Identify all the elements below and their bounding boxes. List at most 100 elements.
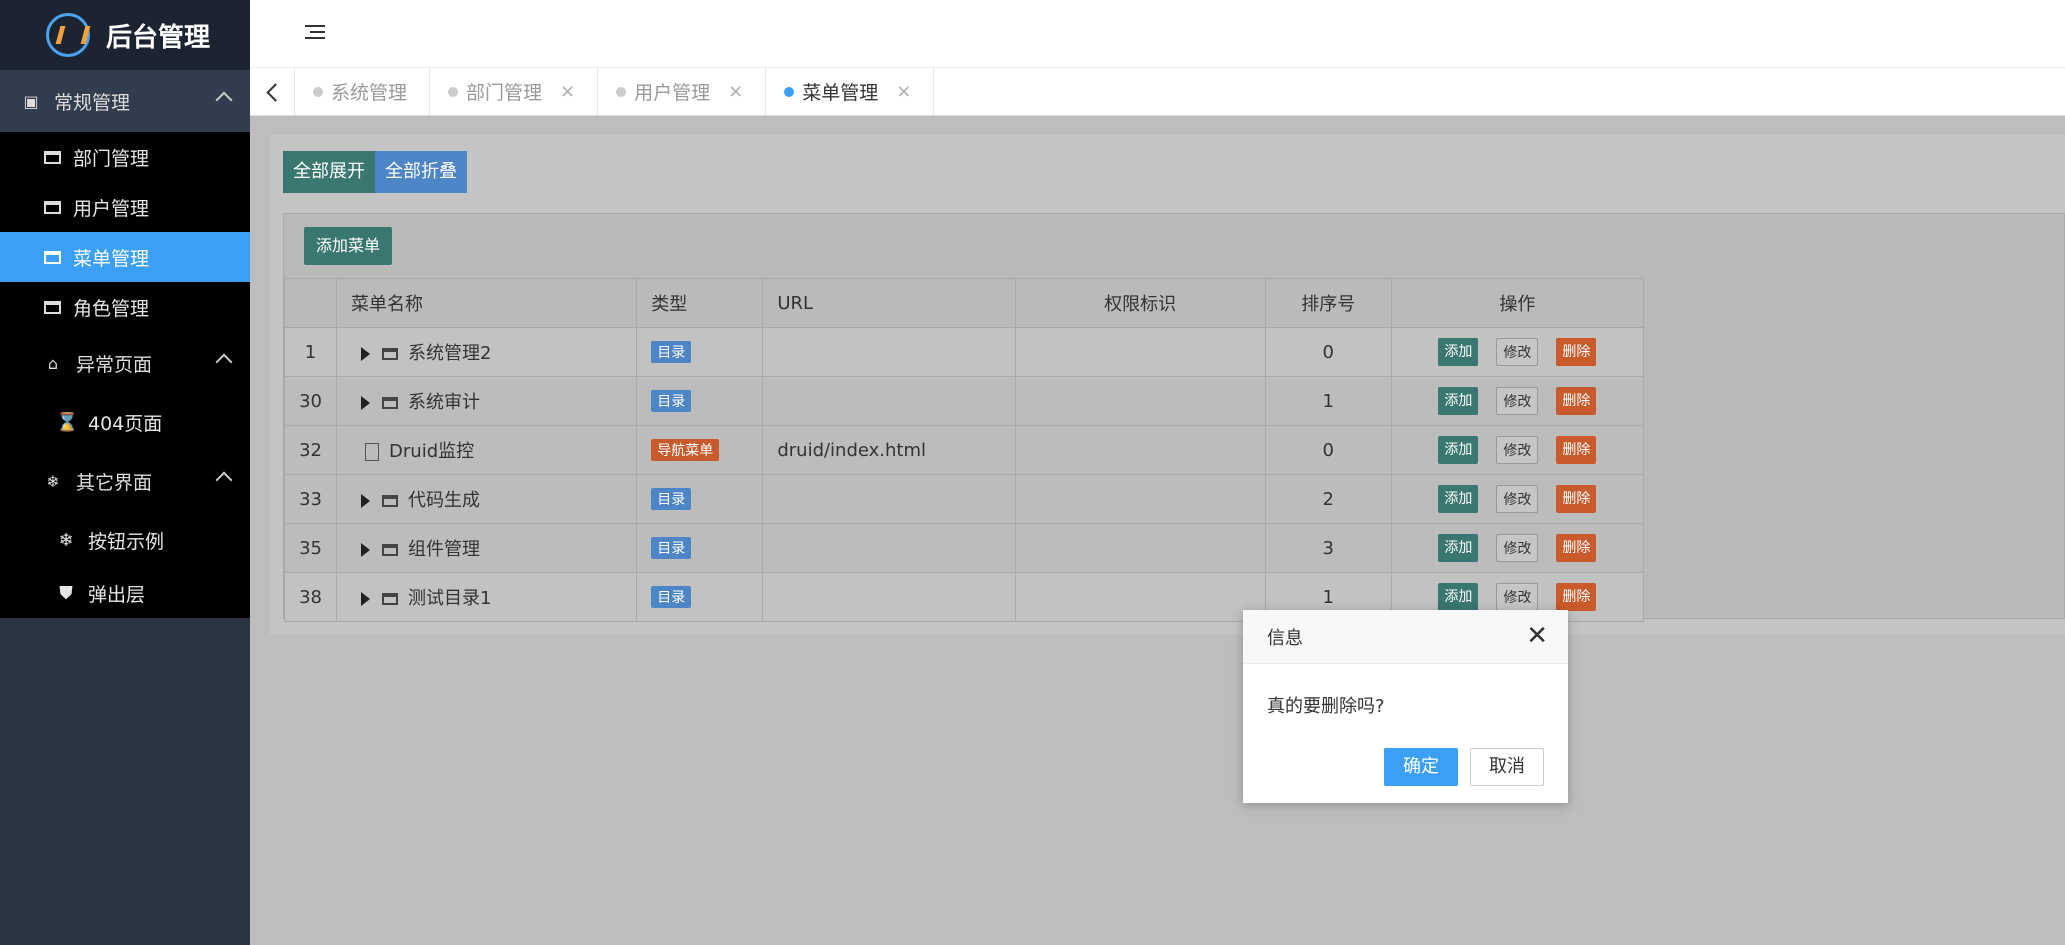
sidebar-item-user[interactable]: 用户管理 — [0, 182, 250, 232]
window-icon — [44, 300, 61, 314]
home-icon: ⌂ — [47, 353, 59, 373]
row-perm — [1014, 425, 1266, 475]
add-button[interactable]: 添加 — [1438, 436, 1479, 464]
row-order: 1 — [1264, 376, 1392, 426]
row-type-cell: 目录 — [636, 474, 764, 524]
row-url — [762, 376, 1016, 426]
sidebar: 后台管理 ▣ 常规管理 部门管理 用户管理 菜单管理 角色管理 ⌂ 异常页面 ⌛… — [0, 0, 250, 945]
sidebar-item-department[interactable]: 部门管理 — [0, 132, 250, 182]
tab-dot — [616, 86, 627, 97]
caret-right-icon[interactable] — [361, 347, 371, 361]
caret-right-icon[interactable] — [361, 592, 371, 606]
delete-button[interactable]: 删除 — [1556, 583, 1597, 611]
delete-button[interactable]: 删除 — [1556, 436, 1597, 464]
add-button[interactable]: 添加 — [1438, 485, 1479, 513]
tab-label: 用户管理 — [634, 82, 711, 104]
table-row[interactable]: 32 Druid监控 导航菜单 druid/index.html 0 添加 修改删… — [283, 425, 1645, 475]
nav-group-regular[interactable]: ▣ 常规管理 — [0, 70, 250, 132]
nav-group-label: 常规管理 — [54, 91, 131, 114]
folder-icon — [382, 348, 399, 360]
close-icon[interactable]: × — [728, 81, 743, 102]
sidebar-item-label: 用户管理 — [73, 197, 150, 220]
type-badge: 目录 — [651, 537, 692, 559]
edit-button[interactable]: 修改 — [1496, 583, 1539, 611]
cancel-button[interactable]: 取消 — [1470, 748, 1544, 786]
row-url: druid/index.html — [762, 425, 1016, 475]
menu-toggle-icon[interactable] — [305, 25, 325, 41]
row-id: 30 — [283, 376, 338, 426]
tab-menu[interactable]: 菜单管理 × — [766, 68, 935, 115]
confirm-button[interactable]: 确定 — [1384, 748, 1458, 786]
sidebar-item-popup[interactable]: ⛊ 弹出层 — [0, 568, 250, 618]
table-row[interactable]: 1 系统管理2 目录 0 添加 修改 删除 — [283, 327, 1645, 377]
row-type-cell: 导航菜单 — [636, 425, 764, 475]
add-button[interactable]: 添加 — [1438, 583, 1479, 611]
dialog-message: 真的要删除吗? — [1267, 696, 1385, 717]
add-button[interactable]: 添加 — [1438, 387, 1479, 415]
tab-department[interactable]: 部门管理 × — [430, 68, 599, 115]
table-row[interactable]: 33 代码生成 目录 2 添加 修改 删除 — [283, 474, 1645, 524]
edit-button[interactable]: 修改 — [1496, 534, 1539, 562]
sidebar-item-404[interactable]: ⌛ 404页面 — [0, 394, 250, 450]
col-type: 类型 — [636, 278, 764, 328]
close-icon[interactable]: × — [896, 81, 911, 102]
folder-icon — [382, 544, 399, 556]
add-button[interactable]: 添加 — [1438, 338, 1479, 366]
caret-right-icon[interactable] — [361, 396, 371, 410]
logo[interactable]: 后台管理 — [0, 0, 250, 70]
col-index — [283, 278, 338, 328]
close-icon[interactable]: × — [560, 81, 575, 102]
row-perm — [1014, 327, 1266, 377]
tab-system[interactable]: 系统管理 — [295, 68, 431, 115]
collapse-all-button[interactable]: 全部折叠 — [375, 151, 467, 193]
dialog-footer: 确定 取消 — [1243, 748, 1568, 786]
row-perm — [1014, 523, 1266, 573]
expand-all-button[interactable]: 全部展开 — [283, 151, 375, 193]
type-badge: 导航菜单 — [651, 439, 720, 461]
delete-button[interactable]: 删除 — [1556, 534, 1597, 562]
nav-group-error[interactable]: ⌂ 异常页面 — [0, 332, 250, 394]
caret-right-icon[interactable] — [361, 543, 371, 557]
row-ops: 添加 修改 删除 — [1390, 474, 1645, 524]
edit-button[interactable]: 修改 — [1496, 387, 1539, 415]
row-name: 系统审计 — [408, 392, 481, 413]
sidebar-item-menu[interactable]: 菜单管理 — [0, 232, 250, 282]
nav-group-other[interactable]: ❄ 其它界面 — [0, 450, 250, 512]
delete-button[interactable]: 删除 — [1556, 338, 1597, 366]
close-icon[interactable]: ✕ — [1526, 623, 1548, 649]
row-ops: 添加 修改 删除 — [1390, 425, 1645, 475]
shield-icon: ⛊ — [59, 582, 73, 604]
sidebar-item-buttons[interactable]: ❄ 按钮示例 — [0, 512, 250, 568]
nav-group-label: 异常页面 — [76, 353, 153, 376]
menu-panel: 全部展开 全部折叠 添加菜单 菜单名称 类型 URL 权限标识 排序号 操作 1… — [270, 135, 2065, 635]
sidebar-item-label: 角色管理 — [73, 297, 150, 320]
add-menu-button[interactable]: 添加菜单 — [304, 227, 393, 265]
edit-button[interactable]: 修改 — [1496, 485, 1539, 513]
row-name-cell: 测试目录1 — [336, 572, 638, 622]
tab-label: 部门管理 — [466, 82, 543, 104]
row-id: 32 — [283, 425, 338, 475]
sidebar-item-role[interactable]: 角色管理 — [0, 282, 250, 332]
tab-user[interactable]: 用户管理 × — [598, 68, 767, 115]
row-order: 0 — [1264, 327, 1392, 377]
edit-button[interactable]: 修改 — [1496, 338, 1539, 366]
table-row[interactable]: 35 组件管理 目录 3 添加 修改 删除 — [283, 523, 1645, 573]
type-badge: 目录 — [651, 341, 692, 363]
chevron-up-icon — [215, 471, 233, 489]
tab-bar: 系统管理 部门管理 × 用户管理 × 菜单管理 × — [250, 68, 2065, 116]
caret-right-icon[interactable] — [361, 494, 371, 508]
row-order: 3 — [1264, 523, 1392, 573]
app-title: 后台管理 — [106, 22, 211, 53]
main-content: 全部展开 全部折叠 添加菜单 菜单名称 类型 URL 权限标识 排序号 操作 1… — [250, 117, 2065, 945]
add-button[interactable]: 添加 — [1438, 534, 1479, 562]
tab-dot — [313, 86, 323, 97]
row-type-cell: 目录 — [636, 327, 764, 377]
row-order: 2 — [1264, 474, 1392, 524]
delete-button[interactable]: 删除 — [1556, 387, 1597, 415]
table-row[interactable]: 30 系统审计 目录 1 添加 修改 删除 — [283, 376, 1645, 426]
delete-button[interactable]: 删除 — [1556, 485, 1597, 513]
col-order: 排序号 — [1264, 278, 1392, 328]
edit-button[interactable]: 修改 — [1496, 436, 1539, 464]
tab-prev-button[interactable] — [250, 68, 295, 115]
row-ops: 添加 修改 删除 — [1390, 327, 1645, 377]
